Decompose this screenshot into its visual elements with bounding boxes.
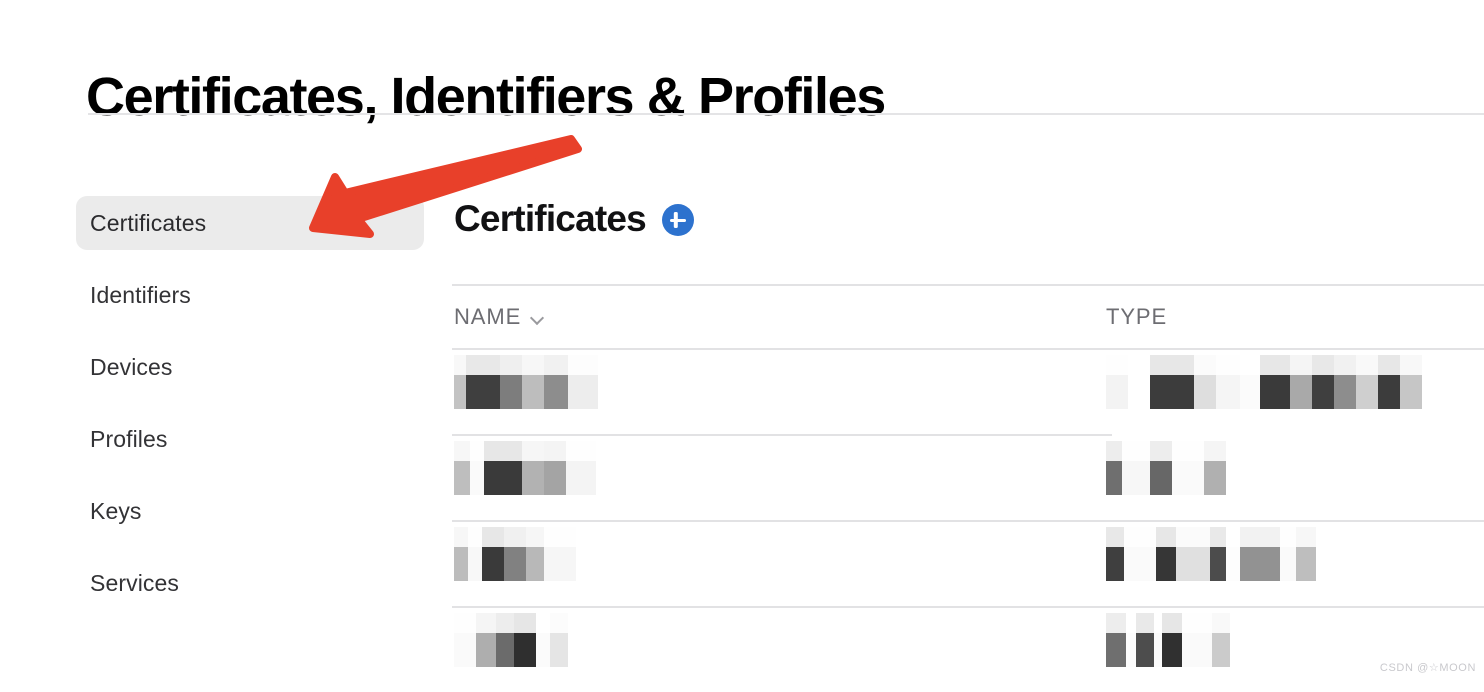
redacted-type-value (1106, 441, 1466, 495)
cell-type (1106, 355, 1466, 409)
redacted-name-value (454, 355, 1106, 409)
sidebar-item-label: Keys (90, 497, 142, 524)
redacted-type-value (1106, 355, 1466, 409)
add-certificate-button[interactable] (661, 204, 694, 236)
section-title: Certificates (454, 197, 647, 239)
cell-name (452, 441, 1106, 495)
table-row[interactable] (452, 608, 1484, 692)
sidebar-item-profiles[interactable]: Profiles (76, 412, 424, 466)
table-row[interactable] (452, 522, 1484, 606)
cell-type (1106, 441, 1466, 495)
redacted-name-value (454, 613, 1106, 667)
column-header-name[interactable]: NAME (452, 304, 1106, 330)
page-title: Certificates, Identifiers & Profiles (86, 67, 886, 128)
main-content: Certificates NAME TYPE (452, 190, 1484, 692)
redacted-name-value (454, 441, 1106, 495)
sidebar: Certificates Identifiers Devices Profile… (76, 196, 424, 628)
chevron-down-icon[interactable] (531, 312, 544, 325)
column-header-type[interactable]: TYPE (1106, 304, 1466, 330)
sidebar-item-certificates[interactable]: Certificates (76, 196, 424, 250)
sidebar-item-identifiers[interactable]: Identifiers (76, 268, 424, 322)
certificates-table: NAME TYPE (452, 284, 1484, 692)
sidebar-item-label: Services (90, 569, 179, 596)
column-header-type-label: TYPE (1106, 304, 1168, 329)
redacted-type-value (1106, 527, 1466, 581)
table-header-row: NAME TYPE (452, 286, 1484, 348)
sidebar-item-label: Profiles (90, 425, 168, 452)
sidebar-item-label: Identifiers (90, 281, 191, 308)
watermark: CSDN @☆MOON (1379, 662, 1476, 674)
column-header-name-label: NAME (454, 304, 522, 329)
sidebar-item-keys[interactable]: Keys (76, 484, 424, 538)
table-row[interactable] (452, 436, 1484, 520)
table-row[interactable] (452, 350, 1484, 434)
cell-type (1106, 527, 1466, 581)
sidebar-item-devices[interactable]: Devices (76, 340, 424, 394)
sidebar-item-label: Devices (90, 353, 173, 380)
cell-name (452, 613, 1106, 667)
cell-name (452, 355, 1106, 409)
title-divider (88, 113, 1484, 115)
section-header: Certificates (452, 190, 1484, 246)
cell-name (452, 527, 1106, 581)
sidebar-item-label: Certificates (90, 209, 207, 236)
sidebar-item-services[interactable]: Services (76, 556, 424, 610)
redacted-name-value (454, 527, 1106, 581)
